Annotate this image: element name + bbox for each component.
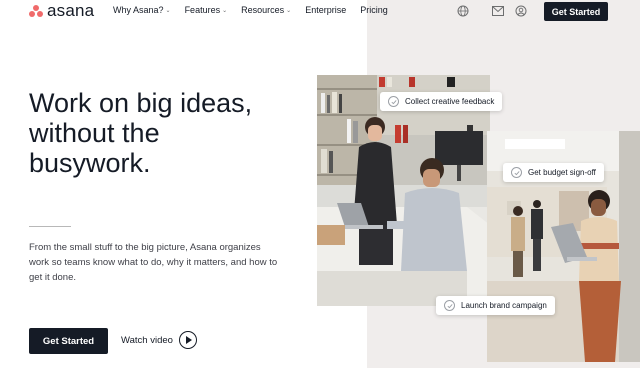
hero-headline: Work on big ideas, without the busywork. [29,88,253,178]
nav-resources[interactable]: Resources ⌄ [241,5,291,15]
user-icon[interactable] [515,5,527,17]
task-chip-launch-campaign[interactable]: Launch brand campaign [436,296,555,315]
nav-enterprise[interactable]: Enterprise [305,5,346,15]
globe-icon[interactable] [457,5,469,17]
check-circle-icon [444,300,455,311]
chevron-down-icon: ⌄ [222,7,228,14]
top-nav: asana Why Asana? ⌄ Features ⌄ Resources ⌄ E… [0,0,640,24]
mail-icon[interactable] [492,5,504,17]
chevron-down-icon: ⌄ [286,7,292,14]
hero-get-started-button[interactable]: Get Started [29,328,108,354]
nav-why-asana[interactable]: Why Asana? ⌄ [113,5,171,15]
watch-video-link[interactable]: Watch video [121,331,197,349]
asana-logo-icon [29,5,43,17]
check-circle-icon [388,96,399,107]
hero-divider [29,226,71,227]
nav-get-started-button[interactable]: Get Started [544,2,608,21]
task-label: Get budget sign-off [528,168,596,177]
nav-pricing[interactable]: Pricing [360,5,388,15]
hero-subtext: From the small stuff to the big picture,… [29,242,278,283]
nav-links: Why Asana? ⌄ Features ⌄ Resources ⌄ Enterpr… [113,5,388,15]
brand-name: asana [47,1,95,20]
chevron-down-icon: ⌄ [165,7,171,14]
task-label: Collect creative feedback [405,97,495,106]
asana-logo[interactable]: asana [29,1,95,20]
nav-features[interactable]: Features ⌄ [185,5,228,15]
task-chip-budget-signoff[interactable]: Get budget sign-off [503,163,604,182]
task-chip-collect-feedback[interactable]: Collect creative feedback [380,92,503,111]
check-circle-icon [511,167,522,178]
watch-video-label: Watch video [121,334,173,346]
task-label: Launch brand campaign [461,301,547,310]
play-icon [178,331,197,349]
